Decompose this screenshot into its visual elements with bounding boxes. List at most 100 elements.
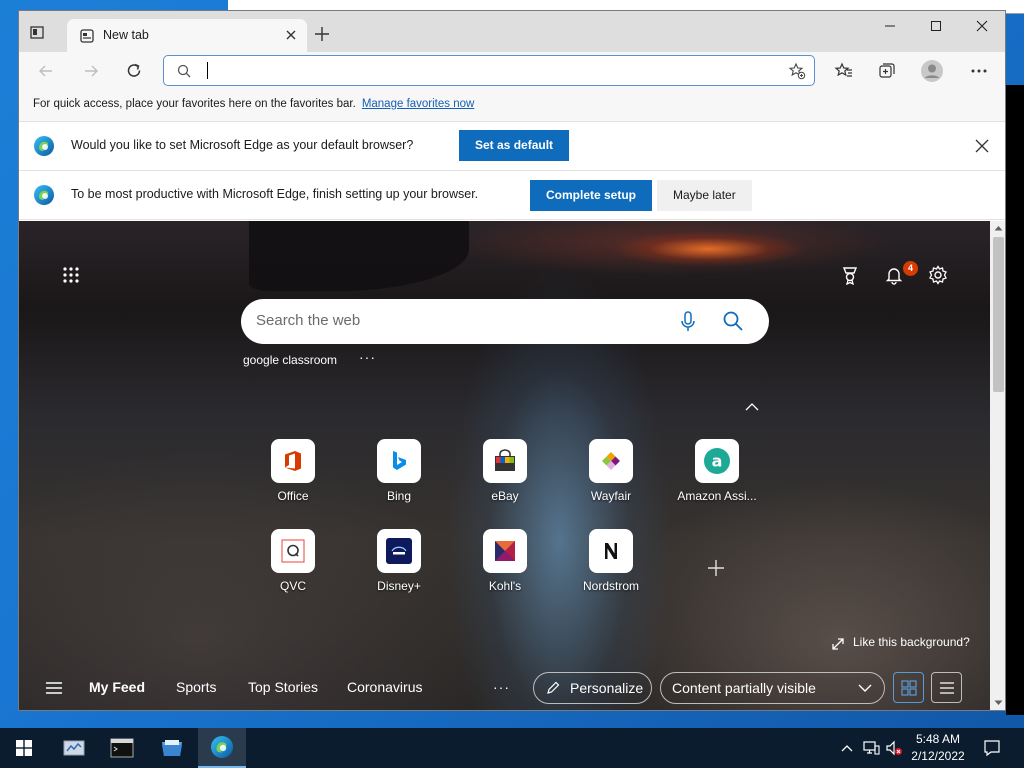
recent-search-chip[interactable]: google classroom [243,353,337,367]
control-panel-icon [63,740,85,756]
web-search-box[interactable]: Search the web [241,299,769,344]
tab-actions-icon[interactable] [29,24,45,40]
content-visibility-select[interactable]: Content partially visible [660,672,885,704]
feed-bar: My Feed Sports Top Stories Coronavirus ·… [19,669,990,710]
grid-icon [900,679,917,696]
office-icon [271,439,315,483]
pencil-icon [547,681,560,694]
quick-link-bing[interactable]: Bing [354,439,444,519]
manage-favorites-link[interactable]: Manage favorites now [362,98,475,110]
windows-logo-icon [16,740,32,756]
set-as-default-button[interactable]: Set as default [459,130,570,161]
quick-link-nordstrom[interactable]: Nordstrom [566,529,656,609]
start-button[interactable] [0,728,48,768]
collapse-quick-links-icon[interactable] [743,401,761,413]
hamburger-menu-icon[interactable] [45,681,65,697]
taskbar-edge[interactable] [198,728,246,768]
expand-background-icon[interactable] [831,637,845,651]
close-tab-icon[interactable] [283,27,299,43]
quick-link-office[interactable]: Office [248,439,338,519]
close-infobar-icon[interactable] [975,139,989,153]
default-browser-infobar: Would you like to set Microsoft Edge as … [19,122,1005,171]
scroll-down-icon[interactable] [994,700,1003,706]
background-cliff [249,221,469,291]
quick-link-label: Wayfair [590,489,632,503]
network-icon[interactable] [862,739,880,757]
quick-link-label: Office [277,489,309,503]
page-settings-icon[interactable] [926,263,950,287]
taskbar-file-explorer[interactable] [148,728,196,768]
new-tab-page: 4 Search the web google classroom ··· Of… [19,221,990,710]
app-launcher-icon[interactable] [59,263,83,287]
settings-more-button[interactable] [964,57,994,85]
edge-icon [211,736,233,758]
quick-link-qvc[interactable]: QVC [248,529,338,609]
microphone-icon[interactable] [679,311,697,333]
quick-link-label: QVC [279,579,306,593]
quick-link-amazon-assistant[interactable]: a Amazon Assi... [672,439,762,519]
list-icon [939,681,954,694]
favorites-bar-message: For quick access, place your favorites h… [33,98,356,110]
list-view-button[interactable] [931,672,962,703]
close-window-button[interactable] [959,11,1005,41]
address-bar[interactable] [163,55,815,86]
minimize-button[interactable] [867,11,913,41]
content-visibility-value: Content partially visible [672,680,816,696]
personalize-label: Personalize [570,680,644,696]
rewards-icon[interactable] [838,263,862,287]
feed-tab-top-stories[interactable]: Top Stories [248,679,318,695]
forward-button[interactable] [76,57,106,85]
add-quick-link-icon[interactable] [705,557,727,579]
new-tab-button[interactable] [311,23,333,45]
feed-tab-coronavirus[interactable]: Coronavirus [347,679,422,695]
quick-link-wayfair[interactable]: Wayfair [566,439,656,519]
add-favorite-icon[interactable] [788,62,806,80]
feed-tab-sports[interactable]: Sports [176,679,216,695]
search-icon [177,64,191,78]
taskbar-command-prompt[interactable] [98,728,146,768]
complete-setup-button[interactable]: Complete setup [530,180,653,211]
action-center-icon[interactable] [982,738,1002,758]
explorer-icon [162,740,182,756]
favorites-button[interactable] [829,57,859,85]
nordstrom-icon [589,529,633,573]
quick-link-ebay[interactable]: eBay [460,439,550,519]
edge-logo-icon [33,184,55,206]
personalize-button[interactable]: Personalize [533,672,652,704]
search-icon[interactable] [722,310,744,332]
quick-link-kohls[interactable]: Kohl's [460,529,550,609]
bing-icon [377,439,421,483]
show-hidden-icons-icon[interactable] [838,739,856,757]
volume-muted-icon[interactable] [885,739,903,757]
more-feed-tabs-icon[interactable]: ··· [493,679,510,695]
svg-text:a: a [712,452,723,471]
chevron-down-icon [858,684,872,692]
new-tab-icon [79,28,95,44]
page-scrollbar[interactable] [990,221,1005,710]
taskbar-control-panel[interactable] [50,728,98,768]
quick-link-disney-plus[interactable]: Disney+ [354,529,444,609]
feed-tab-my-feed[interactable]: My Feed [89,679,145,695]
scroll-up-icon[interactable] [994,225,1003,231]
favorites-bar: For quick access, place your favorites h… [19,90,1005,122]
more-searches-icon[interactable]: ··· [359,349,376,365]
ebay-icon [483,439,527,483]
tab-new-tab[interactable]: New tab [67,19,307,52]
quick-link-label: Bing [386,489,412,503]
refresh-button[interactable] [119,57,149,85]
amazon-icon: a [695,439,739,483]
wayfair-icon [589,439,633,483]
back-button[interactable] [31,57,61,85]
clock-time: 5:48 AM [915,732,961,746]
collections-button[interactable] [872,57,902,85]
maybe-later-button[interactable]: Maybe later [657,180,752,211]
qvc-icon [271,529,315,573]
like-background-link[interactable]: Like this background? [853,635,970,649]
profile-avatar[interactable] [917,57,947,85]
grid-view-button[interactable] [893,672,924,703]
maximize-button[interactable] [913,11,959,41]
scrollbar-thumb[interactable] [993,237,1004,392]
quick-link-label: Kohl's [488,579,522,593]
toolbar [19,52,1005,90]
system-clock[interactable]: 5:48 AM 2/12/2022 [904,731,972,765]
